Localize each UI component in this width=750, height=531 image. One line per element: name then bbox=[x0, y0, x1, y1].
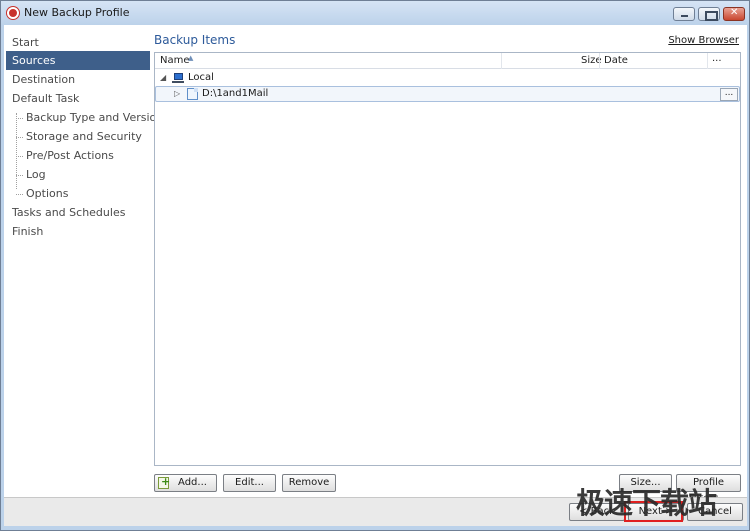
tree-item-label: D:\1and1Mail bbox=[202, 88, 269, 99]
add-button-label: Add... bbox=[178, 477, 207, 488]
sidebar-item-destination[interactable]: Destination bbox=[6, 70, 150, 89]
sidebar-item-sources[interactable]: Sources bbox=[6, 51, 150, 70]
column-options[interactable]: ... bbox=[712, 53, 722, 64]
title-bar: New Backup Profile bbox=[1, 1, 749, 25]
sidebar-item-tasks-schedules[interactable]: Tasks and Schedules bbox=[6, 203, 150, 222]
app-window: New Backup Profile Start Sources Destina… bbox=[0, 0, 750, 531]
folder-icon bbox=[187, 88, 198, 100]
tree-row-local[interactable]: ◢ Local bbox=[155, 70, 740, 86]
sidebar-item-default-task[interactable]: Default Task bbox=[6, 89, 150, 108]
tree-row-folder[interactable]: ▷ D:\1and1Mail ... bbox=[155, 86, 740, 102]
add-button[interactable]: Add... bbox=[154, 474, 217, 492]
edit-button[interactable]: Edit... bbox=[223, 474, 276, 492]
sidebar-item-options[interactable]: Options bbox=[6, 184, 150, 203]
collapse-arrow-icon[interactable]: ◢ bbox=[160, 73, 166, 82]
minimize-button[interactable] bbox=[673, 7, 695, 21]
sidebar-item-log[interactable]: Log bbox=[6, 165, 150, 184]
remove-button[interactable]: Remove bbox=[282, 474, 336, 492]
column-separator[interactable] bbox=[501, 53, 502, 69]
watermark-text: 极速下载站 bbox=[576, 486, 717, 520]
item-options-button[interactable]: ... bbox=[720, 88, 738, 101]
tree-item-label: Local bbox=[188, 72, 214, 83]
show-browser-link[interactable]: Show Browser bbox=[668, 35, 739, 46]
add-icon bbox=[158, 474, 170, 490]
computer-icon bbox=[172, 73, 184, 83]
column-name[interactable]: Name bbox=[160, 55, 190, 66]
column-separator[interactable] bbox=[707, 53, 708, 69]
sort-ascending-icon: ▲ bbox=[188, 54, 194, 62]
sidebar-item-pre-post-actions[interactable]: Pre/Post Actions bbox=[6, 146, 150, 165]
grid-header: Name ▲ Size Date ... bbox=[155, 53, 740, 69]
column-separator[interactable] bbox=[599, 53, 600, 69]
maximize-button[interactable] bbox=[698, 7, 720, 21]
wizard-sidebar: Start Sources Destination Default Task B… bbox=[6, 29, 169, 499]
window-title: New Backup Profile bbox=[24, 6, 130, 19]
backup-items-grid: Name ▲ Size Date ... ◢ Local ▷ D:\1and1M… bbox=[154, 52, 741, 466]
column-date[interactable]: Date bbox=[604, 55, 628, 66]
sidebar-item-storage-security[interactable]: Storage and Security bbox=[6, 127, 150, 146]
sidebar-item-finish[interactable]: Finish bbox=[6, 222, 150, 241]
expand-arrow-icon[interactable]: ▷ bbox=[174, 89, 180, 98]
close-button[interactable] bbox=[723, 7, 745, 21]
page-title: Backup Items bbox=[154, 33, 236, 47]
sidebar-item-start[interactable]: Start bbox=[6, 33, 150, 52]
app-icon bbox=[7, 7, 19, 19]
client-area: Start Sources Destination Default Task B… bbox=[4, 25, 747, 526]
sidebar-item-backup-type[interactable]: Backup Type and Versions bbox=[6, 108, 169, 127]
